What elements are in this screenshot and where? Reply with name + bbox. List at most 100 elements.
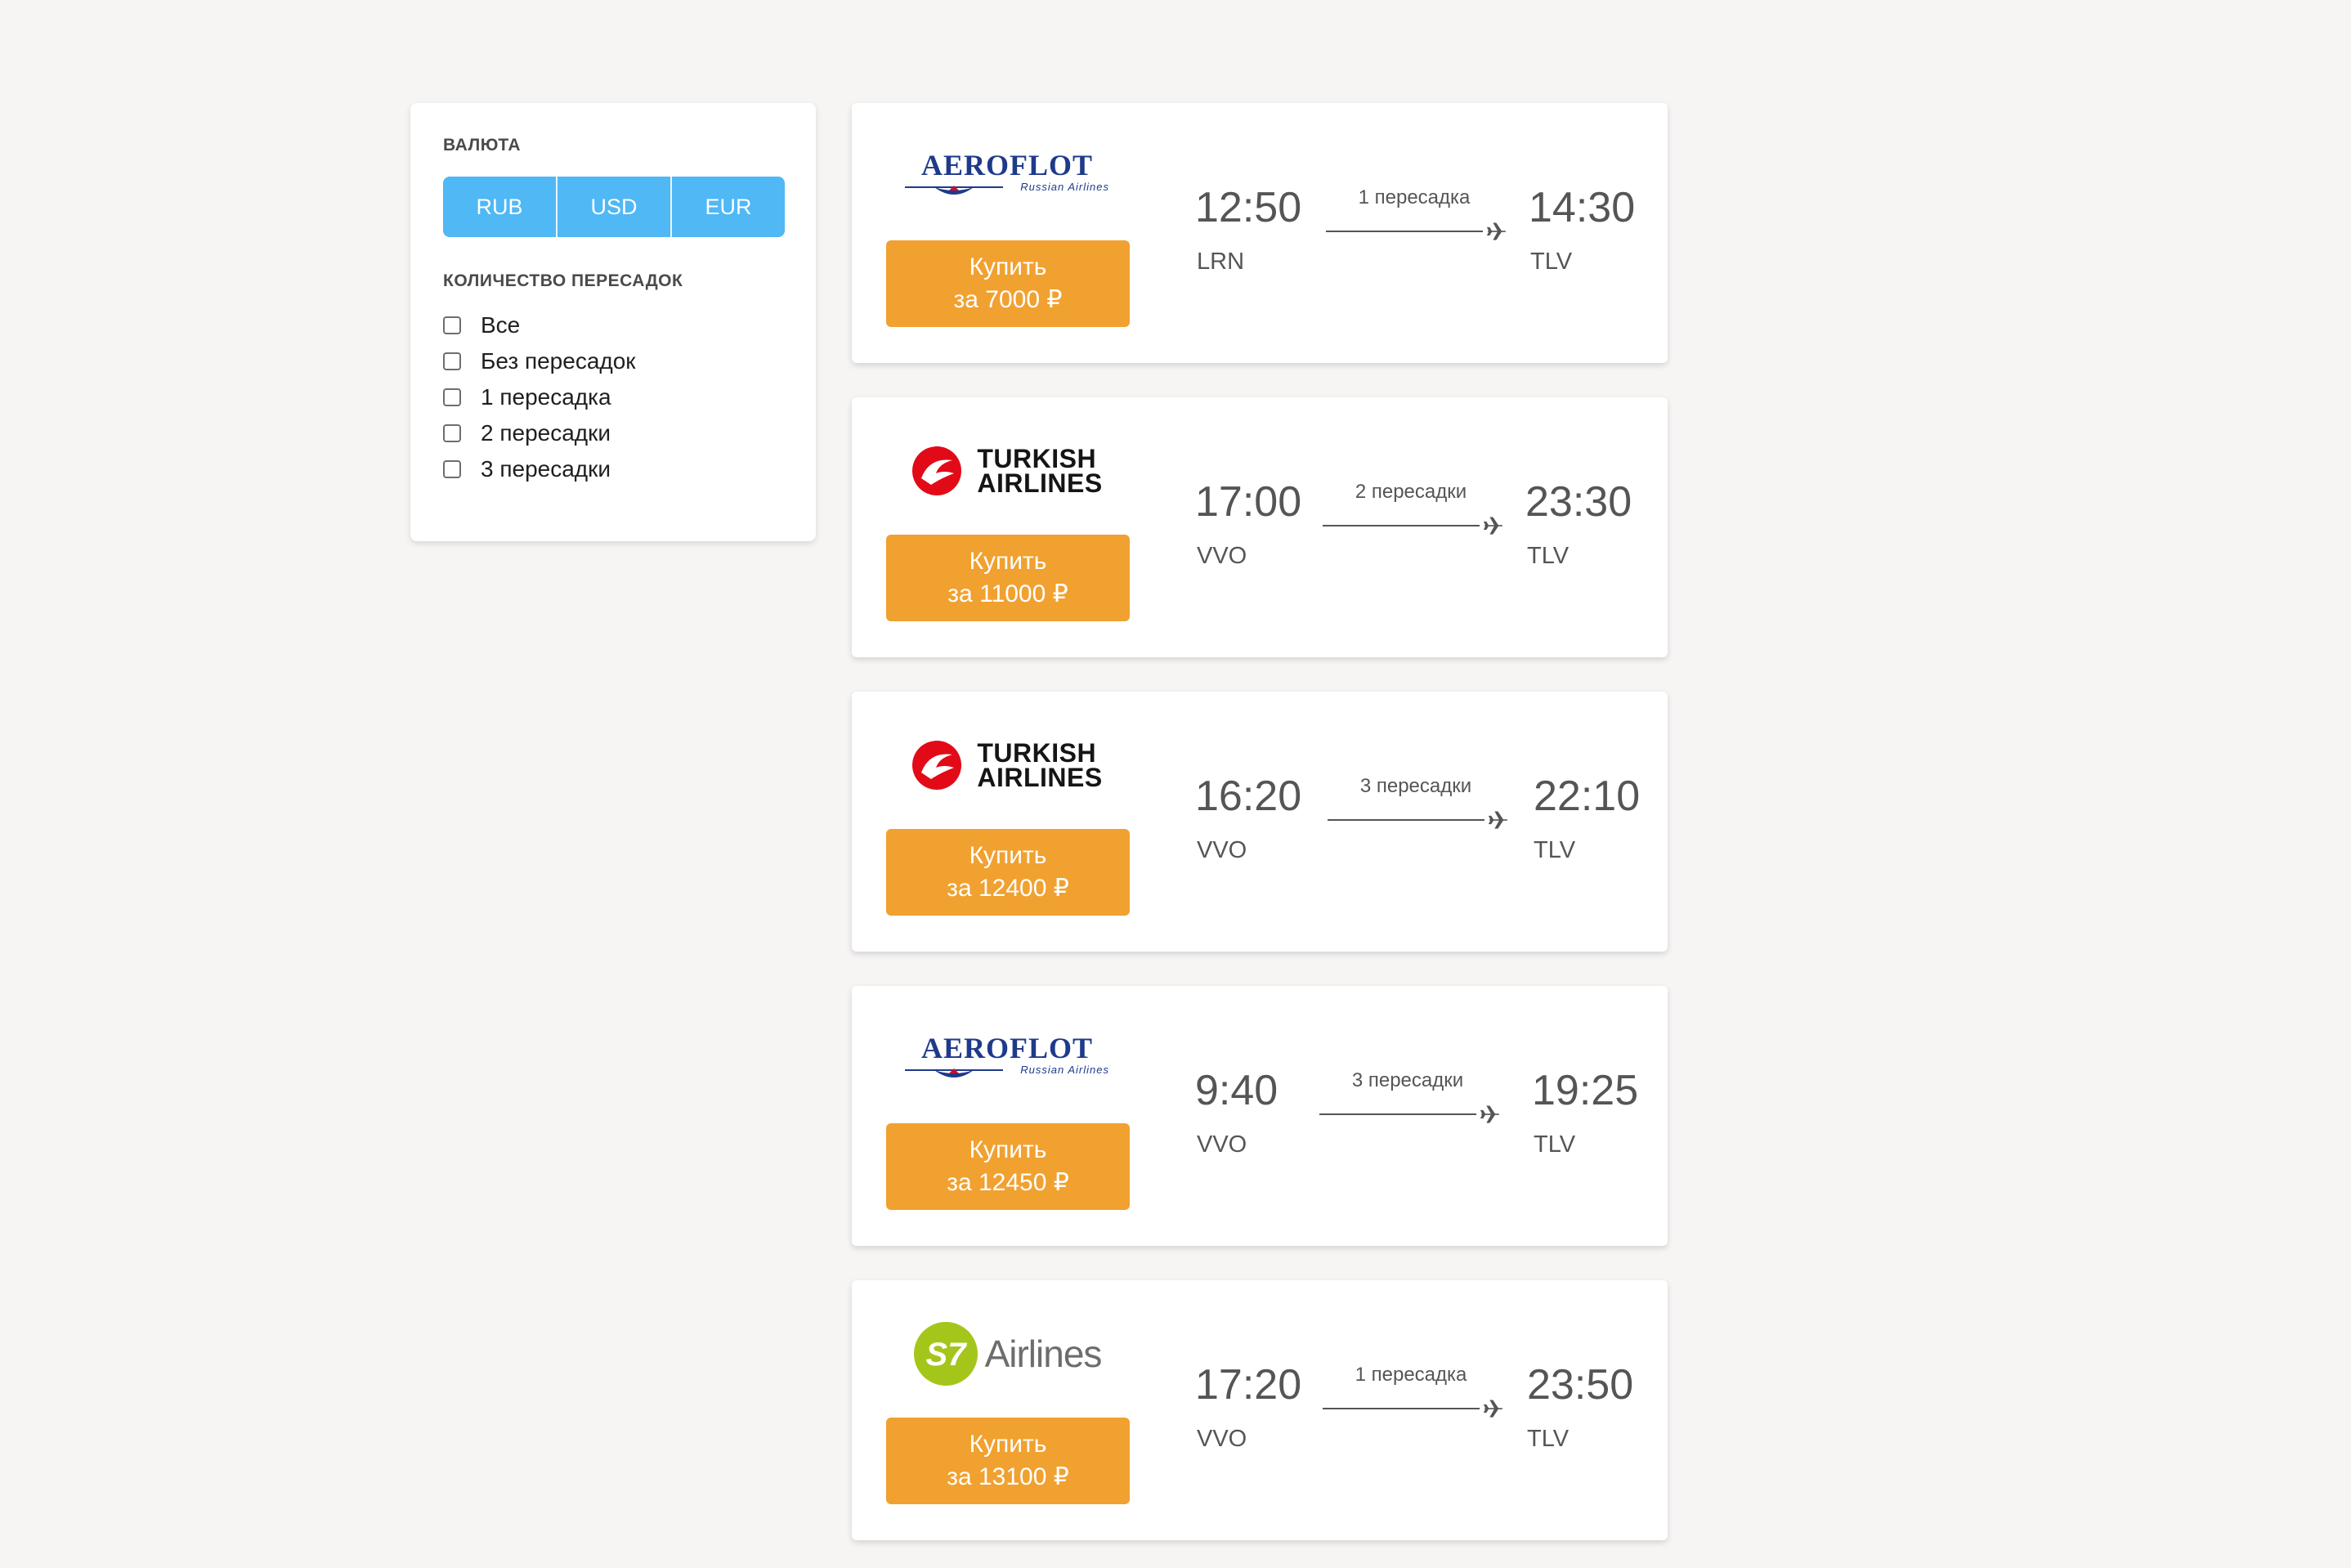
- turkish-logo-text-1: TURKISH: [977, 444, 1097, 473]
- arrival-time: 23:30: [1525, 478, 1632, 526]
- turkish-airlines-bird-icon: [912, 446, 962, 495]
- aeroflot-logo-subtitle: Russian Airlines: [1020, 181, 1109, 193]
- arrival-code: TLV: [1530, 249, 1573, 275]
- arrival-time: 19:25: [1532, 1067, 1639, 1114]
- ticket-card: AEROFLOT Russian Airlines Купить за 7000…: [852, 103, 1668, 363]
- arrival-time: 14:30: [1529, 184, 1636, 231]
- turkish-airlines-bird-icon: [912, 741, 962, 790]
- buy-button-label: Купить: [969, 253, 1047, 280]
- aeroflot-wings-icon: [905, 1068, 1003, 1077]
- stops-option-label: Без пересадок: [481, 348, 636, 374]
- airline-logo: AEROFLOT Russian Airlines: [884, 136, 1130, 217]
- checkbox[interactable]: [443, 460, 461, 478]
- s7-logo-text: Airlines: [984, 1333, 1103, 1375]
- buy-button-price: за 13100 ₽: [947, 1463, 1069, 1490]
- departure-time: 17:20: [1195, 1361, 1302, 1409]
- route-line: [1328, 819, 1484, 821]
- aeroflot-logo-text: AEROFLOT: [920, 1032, 1094, 1064]
- departure-code: VVO: [1197, 1426, 1247, 1452]
- buy-button-price: за 12450 ₽: [947, 1169, 1069, 1196]
- currency-switch: RUB USD EUR: [443, 177, 785, 237]
- currency-usd-button[interactable]: USD: [558, 177, 672, 237]
- stops-count: 1 пересадка: [1355, 1364, 1467, 1386]
- buy-button-price: за 12400 ₽: [947, 875, 1069, 902]
- departure-code: VVO: [1197, 543, 1247, 569]
- stops-option-label: 2 пересадки: [481, 420, 611, 446]
- stops-option-none[interactable]: Без пересадок: [443, 343, 783, 379]
- stops-option-3[interactable]: 3 пересадки: [443, 451, 783, 487]
- s7-logo-icon: S7: [913, 1322, 978, 1386]
- arrival-code: TLV: [1527, 543, 1570, 569]
- buy-button[interactable]: Купить за 13100 ₽: [886, 1418, 1130, 1504]
- stops-option-all[interactable]: Все: [443, 307, 783, 343]
- s7-airlines-logo: S7 Airlines: [913, 1321, 1102, 1387]
- stops-option-1[interactable]: 1 пересадка: [443, 379, 783, 415]
- plane-icon: [1483, 1400, 1502, 1418]
- checkbox[interactable]: [443, 424, 461, 442]
- route-line: [1323, 1408, 1480, 1409]
- buy-button[interactable]: Купить за 12400 ₽: [886, 829, 1130, 916]
- departure-time: 9:40: [1195, 1067, 1278, 1114]
- turkish-airlines-logo: TURKISH AIRLINES: [911, 740, 1102, 791]
- aeroflot-logo: AEROFLOT Russian Airlines: [905, 148, 1109, 205]
- stops-title: КОЛИЧЕСТВО ПЕРЕСАДОК: [443, 271, 683, 290]
- aeroflot-logo-subtitle: Russian Airlines: [1020, 1064, 1109, 1076]
- stops-count: 1 пересадка: [1358, 186, 1471, 208]
- turkish-logo-text-2: AIRLINES: [977, 468, 1103, 498]
- arrival-time: 22:10: [1534, 773, 1641, 820]
- stops-filter-list: Все Без пересадок 1 пересадка 2 пересадк…: [443, 307, 783, 487]
- currency-title: ВАЛЮТА: [443, 136, 522, 155]
- airline-logo: TURKISH AIRLINES: [884, 430, 1130, 512]
- checkbox[interactable]: [443, 316, 461, 334]
- stops-count: 3 пересадки: [1351, 1069, 1464, 1091]
- ticket-card: TURKISH AIRLINES Купить за 11000 ₽ 17:00…: [852, 397, 1668, 657]
- airline-logo: AEROFLOT Russian Airlines: [884, 1019, 1130, 1100]
- buy-button-label: Купить: [969, 842, 1047, 869]
- plane-icon: [1488, 811, 1507, 829]
- route-line: [1323, 525, 1480, 526]
- stops-count: 3 пересадки: [1359, 775, 1472, 797]
- aeroflot-wings-icon: [905, 186, 1003, 195]
- aeroflot-logo: AEROFLOT Russian Airlines: [905, 1031, 1109, 1088]
- buy-button[interactable]: Купить за 11000 ₽: [886, 535, 1130, 621]
- checkbox[interactable]: [443, 352, 461, 370]
- arrival-code: TLV: [1534, 1131, 1576, 1158]
- ticket-card: AEROFLOT Russian Airlines Купить за 1245…: [852, 986, 1668, 1246]
- currency-rub-button[interactable]: RUB: [443, 177, 558, 237]
- departure-code: VVO: [1197, 837, 1247, 863]
- buy-button-price: за 7000 ₽: [953, 286, 1063, 313]
- stops-option-label: 1 пересадка: [481, 384, 611, 410]
- turkish-airlines-logo: TURKISH AIRLINES: [911, 446, 1102, 496]
- arrival-time: 23:50: [1527, 1361, 1634, 1409]
- airline-logo: S7 Airlines: [884, 1313, 1130, 1395]
- arrival-code: TLV: [1527, 1426, 1570, 1452]
- turkish-logo-text-2: AIRLINES: [977, 763, 1103, 792]
- buy-button[interactable]: Купить за 7000 ₽: [886, 240, 1130, 327]
- plane-icon: [1483, 517, 1502, 535]
- turkish-logo-text-1: TURKISH: [977, 738, 1097, 768]
- checkbox[interactable]: [443, 388, 461, 406]
- arrival-code: TLV: [1534, 837, 1576, 863]
- ticket-card: S7 Airlines Купить за 13100 ₽ 17:20 VVO …: [852, 1280, 1668, 1540]
- route-line: [1326, 231, 1483, 232]
- buy-button-label: Купить: [969, 548, 1047, 575]
- airline-logo: TURKISH AIRLINES: [884, 724, 1130, 806]
- aeroflot-logo-text: AEROFLOT: [920, 149, 1094, 181]
- departure-code: VVO: [1197, 1131, 1247, 1158]
- departure-time: 17:00: [1195, 478, 1302, 526]
- stops-option-label: Все: [481, 312, 521, 338]
- departure-time: 16:20: [1195, 773, 1302, 820]
- buy-button[interactable]: Купить за 12450 ₽: [886, 1123, 1130, 1210]
- buy-button-label: Купить: [969, 1136, 1047, 1163]
- stops-option-label: 3 пересадки: [481, 456, 611, 482]
- plane-icon: [1480, 1105, 1499, 1123]
- ticket-card: TURKISH AIRLINES Купить за 12400 ₽ 16:20…: [852, 692, 1668, 952]
- stops-count: 2 пересадки: [1355, 481, 1467, 503]
- buy-button-price: за 11000 ₽: [947, 580, 1068, 607]
- route-line: [1319, 1113, 1476, 1115]
- plane-icon: [1486, 222, 1506, 240]
- currency-eur-button[interactable]: EUR: [672, 177, 785, 237]
- stops-option-2[interactable]: 2 пересадки: [443, 415, 783, 451]
- departure-code: LRN: [1197, 249, 1245, 275]
- filter-panel: ВАЛЮТА RUB USD EUR КОЛИЧЕСТВО ПЕРЕСАДОК …: [410, 103, 816, 541]
